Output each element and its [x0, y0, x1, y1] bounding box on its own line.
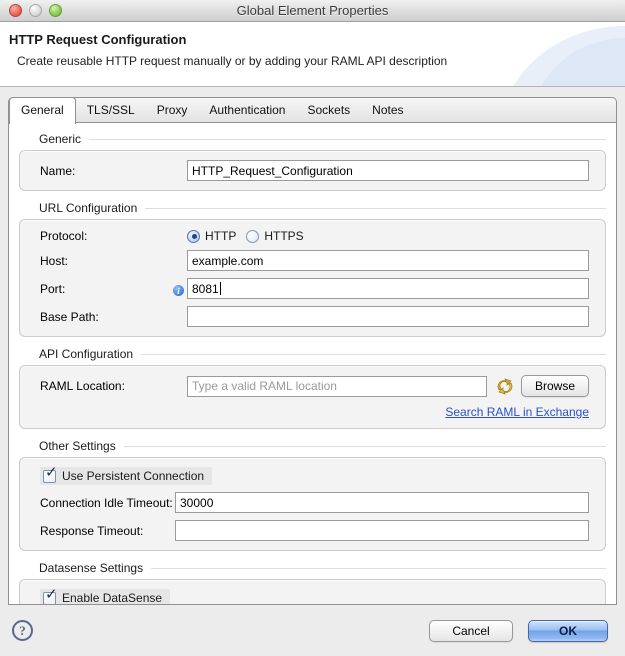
port-label: Port: — [40, 281, 66, 296]
base-path-input[interactable] — [187, 306, 589, 327]
section-rule — [89, 138, 606, 140]
tab-authentication[interactable]: Authentication — [198, 98, 296, 123]
persistent-connection-label: Use Persistent Connection — [62, 469, 205, 483]
idle-timeout-input[interactable] — [175, 492, 589, 513]
tab-tls-ssl[interactable]: TLS/SSL — [76, 98, 146, 123]
protocol-row: Protocol: HTTP HTTPS — [40, 229, 589, 243]
idle-timeout-label: Connection Idle Timeout: — [40, 495, 173, 510]
port-input[interactable] — [187, 278, 589, 299]
section-url-title-text: URL Configuration — [39, 201, 138, 215]
section-datasense-title: Datasense Settings — [19, 560, 606, 576]
section-rule — [141, 353, 606, 355]
tab-general[interactable]: General — [9, 97, 76, 124]
window-controls — [9, 4, 62, 17]
url-groupbox: Protocol: HTTP HTTPS Host: example.com P… — [19, 219, 606, 337]
checkmark-icon: ✓ — [45, 585, 58, 603]
persistent-connection-checkbox-group[interactable]: ✓ Use Persistent Connection — [40, 465, 213, 485]
tab-proxy[interactable]: Proxy — [146, 98, 199, 123]
exchange-link-row: Search RAML in Exchange — [40, 405, 589, 419]
raml-location-input[interactable] — [187, 375, 487, 397]
tab-content-general: Generic Name: URL Configuration — [8, 123, 617, 605]
help-button[interactable]: ? — [12, 620, 33, 641]
raml-location-row: RAML Location: Browse — [40, 375, 589, 397]
browse-button[interactable]: Browse — [520, 375, 589, 397]
dialog-title: HTTP Request Configuration — [9, 32, 187, 47]
idle-timeout-row: Connection Idle Timeout: — [40, 492, 589, 513]
section-api-title: API Configuration — [19, 346, 606, 362]
tab-bar: General TLS/SSL Proxy Authentication Soc… — [8, 97, 617, 124]
enable-datasense-checkbox-group[interactable]: ✓ Enable DataSense — [40, 587, 171, 605]
other-groupbox: ✓ Use Persistent Connection Connection I… — [19, 457, 606, 551]
host-label: Host: — [40, 253, 69, 268]
checkmark-icon: ✓ — [45, 463, 58, 481]
host-row: Host: — [40, 250, 589, 271]
tab-folder: General TLS/SSL Proxy Authentication Soc… — [8, 97, 617, 605]
radio-http-icon[interactable] — [187, 229, 200, 243]
titlebar: Global Element Properties — [0, 0, 625, 22]
section-other-title: Other Settings — [19, 438, 606, 454]
section-rule — [151, 567, 606, 569]
cancel-button[interactable]: Cancel — [429, 619, 513, 642]
dialog-subtitle: Create reusable HTTP request manually or… — [17, 54, 448, 68]
section-rule — [145, 207, 606, 209]
section-api-title-text: API Configuration — [39, 347, 134, 361]
generic-groupbox: Name: — [19, 150, 606, 191]
name-input[interactable] — [187, 160, 589, 181]
api-groupbox: RAML Location: Browse S — [19, 365, 606, 429]
enable-datasense-checkbox[interactable]: ✓ — [43, 587, 58, 604]
ok-button[interactable]: OK — [528, 619, 608, 642]
close-window-button[interactable] — [9, 4, 22, 17]
section-datasense-title-text: Datasense Settings — [39, 561, 144, 575]
global-element-properties-dialog: Global Element Properties HTTP Request C… — [0, 0, 625, 656]
tab-sockets[interactable]: Sockets — [296, 98, 361, 123]
radio-https-label: HTTPS — [264, 229, 304, 243]
protocol-radio-group: HTTP HTTPS — [187, 229, 304, 243]
section-datasense-settings: Datasense Settings ✓ Enable DataSense — [19, 560, 606, 605]
enable-datasense-label: Enable DataSense — [62, 591, 163, 605]
section-url-title: URL Configuration — [19, 200, 606, 216]
tab-notes[interactable]: Notes — [361, 98, 414, 123]
section-api-configuration: API Configuration RAML Location: Type a … — [19, 346, 606, 429]
persistent-connection-row: ✓ Use Persistent Connection — [40, 465, 589, 485]
host-input[interactable] — [187, 250, 589, 271]
port-row: Port: i — [40, 278, 589, 299]
section-url-configuration: URL Configuration Protocol: HTTP HTTPS H… — [19, 200, 606, 337]
persistent-connection-checkbox[interactable]: ✓ — [43, 465, 58, 483]
base-path-label: Base Path: — [40, 309, 99, 324]
minimize-window-button[interactable] — [29, 4, 42, 17]
enable-datasense-row: ✓ Enable DataSense — [40, 587, 589, 605]
raml-location-label: RAML Location: — [40, 379, 125, 393]
dialog-footer: ? Cancel OK — [0, 605, 625, 656]
section-other-settings: Other Settings ✓ Use Persistent Connecti… — [19, 438, 606, 551]
section-generic: Generic Name: — [19, 131, 606, 191]
response-timeout-input[interactable] — [175, 520, 589, 541]
section-other-title-text: Other Settings — [39, 439, 116, 453]
datasense-groupbox: ✓ Enable DataSense — [19, 579, 606, 605]
section-rule — [123, 445, 606, 447]
base-path-row: Base Path: — [40, 306, 589, 327]
zoom-window-button[interactable] — [49, 4, 62, 17]
protocol-label: Protocol: — [40, 229, 88, 243]
search-raml-exchange-link[interactable]: Search RAML in Exchange — [445, 405, 589, 419]
response-timeout-label: Response Timeout: — [40, 523, 144, 538]
raml-sync-icon[interactable] — [496, 377, 514, 395]
protocol-option-https[interactable]: HTTPS — [246, 229, 304, 243]
window-title: Global Element Properties — [236, 3, 389, 18]
text-cursor — [220, 282, 221, 295]
protocol-option-http[interactable]: HTTP — [187, 229, 236, 243]
info-icon: i — [173, 285, 184, 296]
radio-https-icon[interactable] — [246, 229, 260, 243]
name-label: Name: — [40, 163, 76, 178]
response-timeout-row: Response Timeout: — [40, 520, 589, 541]
dialog-header: HTTP Request Configuration Create reusab… — [0, 22, 625, 87]
section-generic-title: Generic — [19, 131, 606, 147]
name-row: Name: — [40, 160, 589, 181]
section-generic-title-text: Generic — [39, 132, 82, 146]
radio-http-label: HTTP — [205, 229, 237, 243]
